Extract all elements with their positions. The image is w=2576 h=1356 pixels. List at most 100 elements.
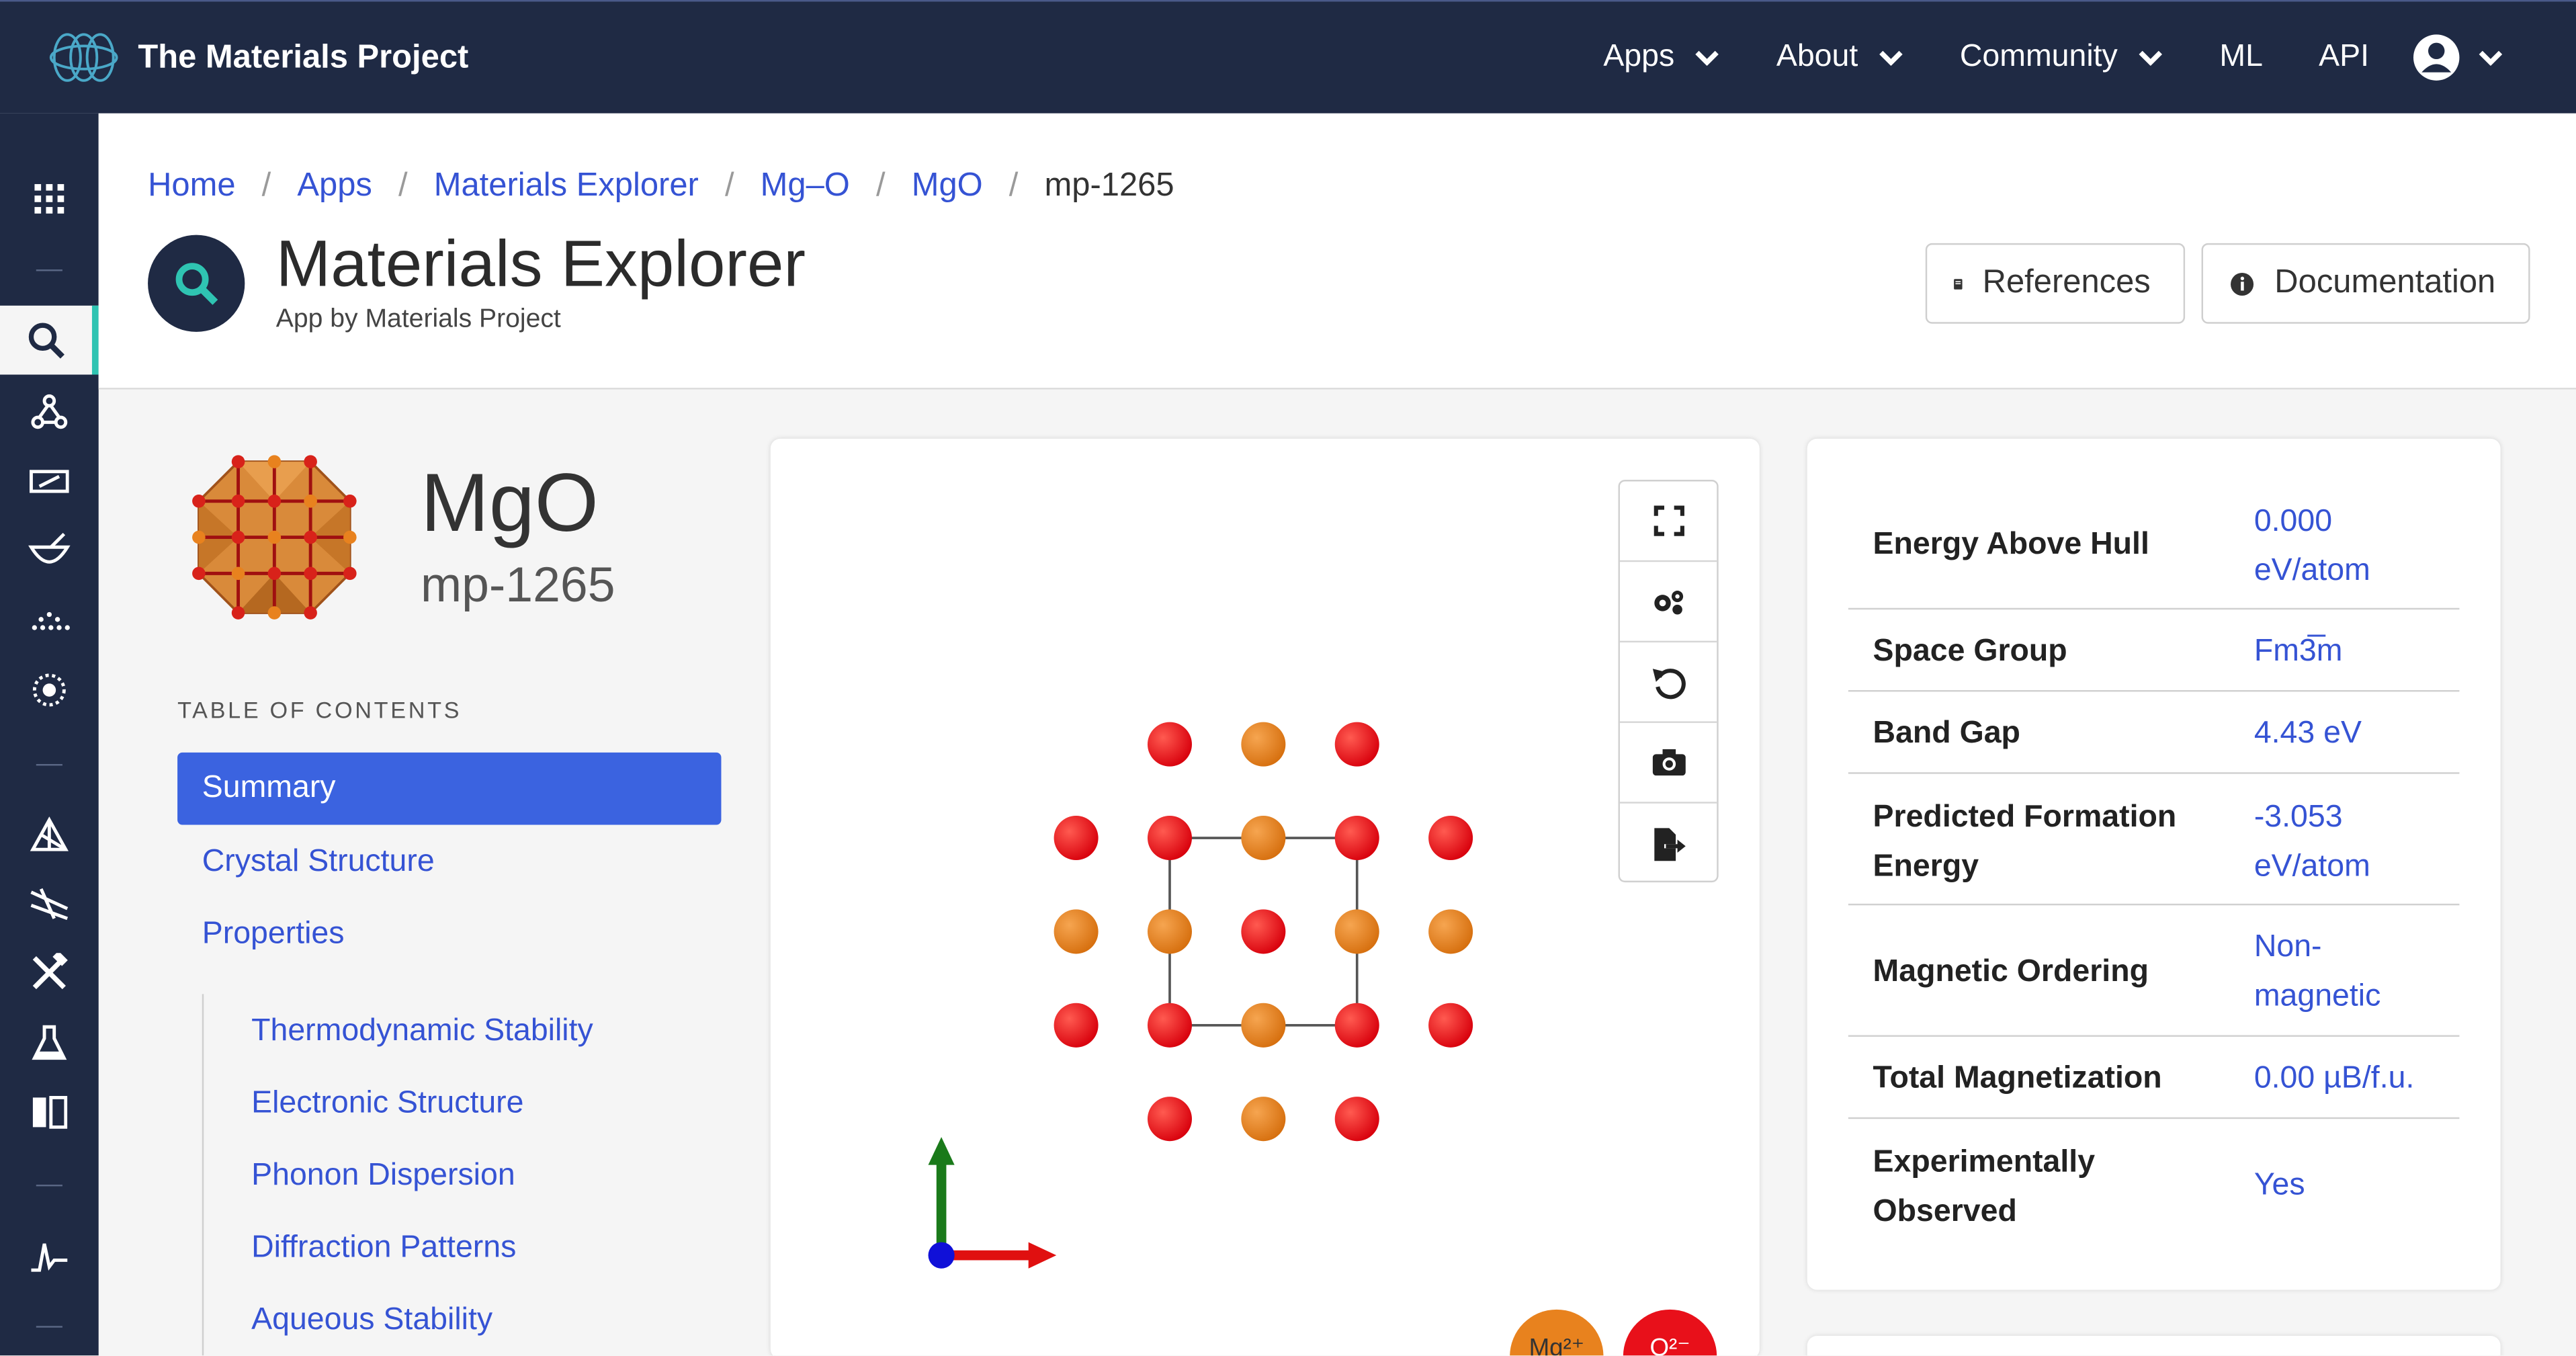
nanoparticle-icon	[32, 673, 66, 707]
app-sidebar	[0, 113, 99, 1356]
settings-button[interactable]	[1619, 562, 1717, 643]
nav-api-label: API	[2319, 39, 2369, 75]
toc-subitem-electronic-structure[interactable]: Electronic Structure	[251, 1086, 523, 1122]
brand[interactable]: The Materials Project	[46, 26, 468, 89]
brand-name: The Materials Project	[138, 38, 469, 75]
sidebar-item-tools[interactable]	[0, 940, 99, 1006]
secondary-card	[1807, 1335, 2501, 1356]
property-label: Experimentally Observed	[1873, 1145, 2096, 1230]
user-avatar-icon	[2413, 34, 2460, 81]
page-title: Materials Explorer	[275, 228, 806, 301]
toc-subitem-phonon-dispersion[interactable]: Phonon Dispersion	[251, 1158, 515, 1195]
property-label: Energy Above Hull	[1873, 527, 2149, 562]
species-label: Mg²⁺	[1529, 1334, 1585, 1356]
chevron-down-icon	[1695, 50, 1719, 66]
sidebar-divider	[36, 764, 62, 766]
property-row: Experimentally Observed Yes	[1848, 1119, 2460, 1251]
toc-rail	[202, 994, 204, 1356]
property-row: Space Group Fm3̅m	[1848, 609, 2460, 692]
sidebar-item-spectra[interactable]	[0, 1224, 99, 1290]
toc-subitem-thermodynamic-stability[interactable]: Thermodynamic Stability	[251, 1014, 593, 1050]
pourbaix-icon	[30, 888, 69, 921]
book-icon	[32, 1095, 68, 1129]
apps-grid-icon[interactable]	[0, 166, 99, 232]
nav-api[interactable]: API	[2319, 40, 2369, 76]
breadcrumb-separator: /	[875, 167, 886, 204]
breadcrumb-home[interactable]: Home	[148, 167, 235, 205]
toc-item-crystal-structure[interactable]: Crystal Structure	[202, 845, 435, 881]
nav-ml[interactable]: ML	[2219, 40, 2263, 76]
property-value[interactable]: Fm3̅m	[2254, 628, 2451, 677]
breadcrumb-materials-explorer[interactable]: Materials Explorer	[434, 167, 699, 205]
breadcrumb-separator: /	[261, 167, 271, 204]
material-id: mp-1265	[420, 558, 615, 613]
battery-icon	[30, 470, 69, 493]
breadcrumb-chemsys[interactable]: Mg–O	[761, 167, 850, 205]
user-menu[interactable]	[2412, 33, 2504, 82]
documentation-button[interactable]: Documentation	[2201, 243, 2530, 324]
flask-icon	[32, 1025, 67, 1060]
sidebar-item-pourbaix[interactable]	[0, 871, 99, 937]
sidebar-item-materials-explorer[interactable]	[0, 305, 99, 375]
references-button[interactable]: References	[1925, 243, 2186, 324]
property-label: Total Magnetization	[1873, 1061, 2162, 1096]
sidebar-item-phase-diagram[interactable]	[0, 802, 99, 867]
sidebar-item-surfaces[interactable]	[0, 587, 99, 652]
fullscreen-button[interactable]	[1619, 481, 1717, 562]
molecule-icon	[31, 394, 68, 429]
toc-subitem-aqueous-stability[interactable]: Aqueous Stability	[251, 1303, 492, 1339]
screenshot-button[interactable]	[1619, 723, 1717, 804]
structure-viewer[interactable]	[770, 438, 1760, 1356]
property-value[interactable]: -3.053 eV/atom	[2254, 794, 2451, 892]
file-export-icon	[1654, 827, 1685, 861]
sidebar-divider	[36, 1326, 62, 1328]
property-label: Space Group	[1873, 634, 2067, 669]
phase-diagram-icon	[30, 816, 69, 851]
chevron-down-icon	[2479, 50, 2503, 66]
property-value[interactable]: 0.00 µB/f.u.	[2254, 1055, 2484, 1104]
undo-icon	[1651, 669, 1685, 700]
summary-properties-card: Energy Above Hull 0.000 eV/atom Space Gr…	[1807, 438, 2501, 1290]
property-value[interactable]: Yes	[2254, 1162, 2451, 1211]
reset-view-button[interactable]	[1619, 642, 1717, 723]
nav-ml-label: ML	[2219, 39, 2263, 75]
crystal-thumbnail-icon	[192, 455, 357, 620]
sidebar-item-reactions[interactable]	[0, 1011, 99, 1076]
property-value[interactable]: Non-magnetic	[2254, 923, 2410, 1022]
documentation-button-label: Documentation	[2274, 264, 2496, 301]
breadcrumb-apps[interactable]: Apps	[297, 167, 372, 205]
toc-subitem-diffraction-patterns[interactable]: Diffraction Patterns	[251, 1230, 516, 1267]
toc-item-properties[interactable]: Properties	[202, 917, 345, 953]
material-formula: MgO	[420, 456, 599, 549]
property-label: Magnetic Ordering	[1873, 954, 2149, 990]
camera-icon	[1651, 749, 1685, 776]
sidebar-item-synthesis[interactable]	[0, 517, 99, 583]
nav-community[interactable]: Community	[1960, 40, 2163, 76]
atoms	[1054, 722, 1473, 1142]
toc-item-summary[interactable]: Summary	[177, 752, 722, 825]
sidebar-divider	[36, 269, 62, 271]
crystal-structure-canvas[interactable]	[771, 439, 1760, 1355]
property-value[interactable]: 4.43 eV	[2254, 710, 2451, 759]
breadcrumb-separator: /	[398, 167, 408, 204]
page-header: Home / Apps / Materials Explorer / Mg–O …	[98, 113, 2576, 390]
breadcrumb-separator: /	[724, 167, 734, 204]
materials-project-logo-icon	[49, 33, 118, 82]
property-row: Energy Above Hull 0.000 eV/atom	[1848, 498, 2460, 610]
nav-about[interactable]: About	[1776, 40, 1904, 76]
property-row: Total Magnetization 0.00 µB/f.u.	[1848, 1037, 2460, 1119]
nav-community-label: Community	[1959, 39, 2118, 75]
sidebar-item-molecules[interactable]	[0, 380, 99, 446]
nav-apps[interactable]: Apps	[1603, 40, 1720, 76]
axes-indicator	[928, 1137, 1057, 1269]
property-value[interactable]: 0.000 eV/atom	[2254, 498, 2451, 597]
breadcrumb-formula[interactable]: MgO	[912, 167, 983, 205]
sidebar-item-nanoparticles[interactable]	[0, 657, 99, 723]
sidebar-item-documentation[interactable]	[0, 1079, 99, 1145]
export-button[interactable]	[1620, 804, 1717, 884]
nav-apps-label: Apps	[1603, 39, 1675, 75]
sidebar-item-batteries[interactable]	[0, 449, 99, 515]
property-row: Predicted Formation Energy -3.053 eV/ato…	[1848, 774, 2460, 906]
page-subtitle: App by Materials Project	[275, 305, 561, 334]
sidebar-divider	[36, 1184, 62, 1187]
